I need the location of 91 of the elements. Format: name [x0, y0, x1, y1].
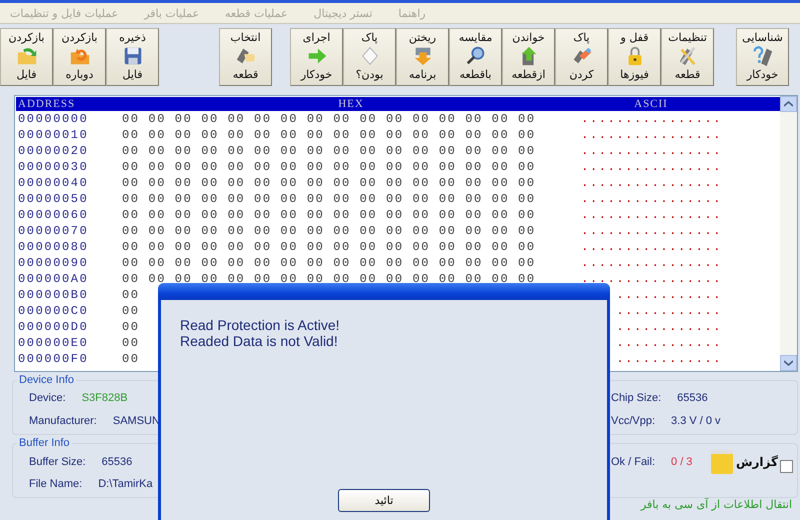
toolbar-button[interactable]: ریختن برنامه: [396, 28, 449, 86]
ascii-cell: ................: [581, 144, 722, 158]
scroll-down-button[interactable]: [780, 355, 797, 371]
scroll-up-button[interactable]: [780, 96, 797, 112]
field-value: 0 / 3: [671, 456, 692, 468]
field-label: Chip Size:: [611, 392, 662, 404]
field-label: Manufacturer:: [29, 414, 97, 426]
hex-bytes: 00: [122, 304, 140, 318]
hex-bytes: 00: [122, 352, 140, 366]
toolbar-button[interactable]: انتخاب قطعه: [219, 28, 272, 86]
toolbar-button[interactable]: تنظیمات قطعه: [661, 28, 714, 86]
column-header: ADDRESS: [17, 98, 76, 110]
address-cell: 000000E0: [18, 336, 88, 350]
field-value: 65536: [677, 392, 708, 404]
toolbar-button[interactable]: ذخیره فایل: [106, 28, 159, 86]
hex-bytes: 00 00 00 00 00 00 00 00 00 00 00 00 00 00 00 00: [122, 176, 536, 190]
hex-bytes: 00 00 00 00 00 00 00 00 00 00 00 00 00 00 00 00: [122, 208, 536, 222]
checkbox-label: گزارش: [736, 455, 778, 469]
toolbar-button[interactable]: پاک بودن؟: [343, 28, 396, 86]
ascii-cell: ................: [581, 240, 722, 254]
field-value: S3F828B: [82, 392, 128, 404]
address-cell: 00000030: [18, 160, 88, 174]
address-cell: 00000020: [18, 144, 88, 158]
field-value: D:\TamirKa: [98, 478, 153, 490]
address-cell: 000000B0: [18, 288, 88, 302]
field-label: File Name:: [29, 478, 82, 490]
ascii-cell: ................: [581, 112, 722, 126]
hex-bytes: 00 00 00 00 00 00 00 00 00 00 00 00 00 00 00 00: [122, 128, 536, 142]
toolbar-button[interactable]: مقایسه باقطعه: [449, 28, 502, 86]
address-cell: 00000010: [18, 128, 88, 142]
ascii-cell: ............: [616, 304, 722, 318]
note-icon: [710, 449, 734, 475]
hex-bytes: 00 00 00 00 00 00 00 00 00 00 00 00 00 00 00 00: [122, 160, 536, 174]
panel-title: Buffer Info: [18, 437, 71, 449]
ascii-cell: ................: [581, 272, 722, 286]
ascii-cell: ............: [616, 352, 722, 366]
address-cell: 00000090: [18, 256, 88, 270]
address-cell: 000000D0: [18, 320, 88, 334]
toolbar-button[interactable]: قفل و فیوزها: [608, 28, 661, 86]
field-value: 3.3 V / 0 v: [671, 414, 721, 426]
address-cell: 00000080: [18, 240, 88, 254]
panel-title: Device Info: [18, 374, 76, 386]
ascii-cell: ................: [581, 256, 722, 270]
field-label: Ok / Fail:: [611, 456, 656, 468]
address-cell: 00000040: [18, 176, 88, 190]
ascii-cell: ................: [581, 176, 722, 190]
address-cell: 000000C0: [18, 304, 88, 318]
report-checkbox[interactable]: [780, 460, 793, 472]
column-header: ASCII: [633, 98, 669, 110]
question-icon: [750, 45, 774, 67]
column-header: HEX: [337, 98, 365, 110]
ascii-cell: ................: [581, 192, 722, 206]
ascii-cell: ............: [616, 288, 722, 302]
address-cell: 00000050: [18, 192, 88, 206]
toolbar-button[interactable]: خواندن ازقطعه: [502, 28, 555, 86]
address-cell: 000000F0: [18, 352, 88, 366]
ascii-cell: ............: [616, 320, 722, 334]
hex-bytes: 00: [122, 320, 140, 334]
hex-bytes: 00 00 00 00 00 00 00 00 00 00 00 00 00 00 00 00: [122, 224, 536, 238]
hex-bytes: 00 00 00 00 00 00 00 00 00 00 00 00 00 00 00 00: [122, 144, 536, 158]
message-text: Readed Data is not Valid!: [180, 333, 339, 349]
toolbar-button[interactable]: بازکردن دوباره: [53, 28, 106, 86]
address-cell: 00000070: [18, 224, 88, 238]
ascii-cell: ................: [581, 160, 722, 174]
address-cell: 000000A0: [18, 272, 88, 286]
toolbar-button[interactable]: شناسایی خودکار: [736, 28, 789, 86]
address-cell: 00000060: [18, 208, 88, 222]
hex-bytes: 00 00 00 00 00 00 00 00 00 00 00 00 00 00 00 00: [122, 240, 536, 254]
toolbar-button[interactable]: پاک کردن: [555, 28, 608, 86]
hex-bytes: 00: [122, 288, 140, 302]
hex-bytes: 00 00 00 00 00 00 00 00 00 00 00 00 00 00 00 00: [122, 192, 536, 206]
field-label: Buffer Size:: [29, 456, 86, 468]
status-text: انتقال اطلاعات از آی سی به بافر: [640, 498, 792, 511]
hex-bytes: 00: [122, 336, 140, 350]
address-cell: 00000000: [18, 112, 88, 126]
ascii-cell: ................: [581, 128, 722, 142]
hex-bytes: 00 00 00 00 00 00 00 00 00 00 00 00 00 00 00 00: [122, 112, 536, 126]
caret-down-icon: [784, 360, 793, 366]
field-value: 65536: [102, 456, 132, 468]
ascii-cell: ............: [616, 336, 722, 350]
hex-bytes: 00 00 00 00 00 00 00 00 00 00 00 00 00 00 00 00: [122, 256, 536, 270]
hex-bytes: 00 00 00 00 00 00 00 00 00 00 00 00 00 00 00 00: [122, 272, 536, 286]
ascii-cell: ................: [581, 208, 722, 222]
ok-button[interactable]: تائید: [338, 489, 430, 512]
field-label: Device:: [29, 392, 66, 404]
ascii-cell: ................: [581, 224, 722, 238]
caret-up-icon: [784, 101, 793, 107]
message-text: Read Protection is Active!: [180, 317, 341, 333]
toolbar-button[interactable]: اجرای خودکار: [290, 28, 343, 86]
toolbar-button[interactable]: بازکردن فایل: [0, 28, 53, 86]
field-label: Vcc/Vpp:: [611, 414, 656, 426]
